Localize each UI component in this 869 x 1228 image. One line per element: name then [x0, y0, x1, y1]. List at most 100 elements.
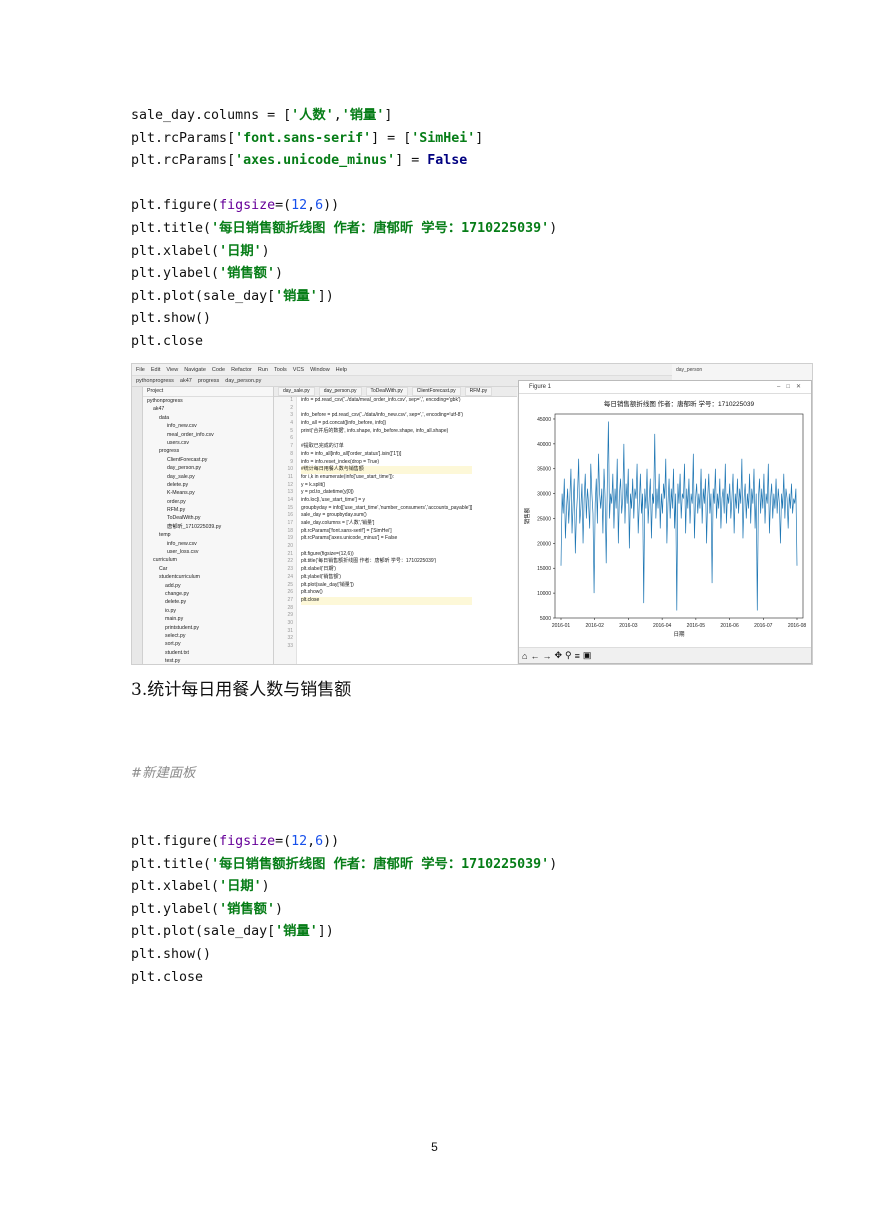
- menu-item[interactable]: VCS: [293, 367, 304, 373]
- menu-item[interactable]: Navigate: [184, 367, 206, 373]
- menu-item[interactable]: View: [166, 367, 178, 373]
- project-tree-item[interactable]: day_person.py: [143, 464, 273, 472]
- project-tree-item[interactable]: test.py: [143, 657, 273, 664]
- editor-line: plt.show(): [301, 589, 323, 596]
- code2-line: plt.ylabel('销售额'): [131, 899, 557, 922]
- breadcrumb-item[interactable]: day_person.py: [225, 378, 261, 384]
- zoom-icon[interactable]: ⚲: [565, 650, 572, 661]
- project-tree-item[interactable]: student.txt: [143, 649, 273, 657]
- code2-line: plt.close: [131, 967, 557, 990]
- project-tree-item[interactable]: io.py: [143, 607, 273, 615]
- back-icon[interactable]: ←: [530, 651, 539, 661]
- breadcrumb-item[interactable]: progress: [198, 378, 219, 384]
- project-tree-item[interactable]: sort.py: [143, 640, 273, 648]
- line-number: 30: [287, 619, 293, 626]
- project-tree-item[interactable]: info_new.csv: [143, 422, 273, 430]
- project-tree-item[interactable]: pythonprogress: [143, 397, 273, 405]
- line-number: 25: [287, 581, 293, 588]
- project-tree-item[interactable]: info_new.csv: [143, 540, 273, 548]
- project-tree-item[interactable]: ClientForecast.py: [143, 456, 273, 464]
- breadcrumb-item[interactable]: ak47: [180, 378, 192, 384]
- project-tree-item[interactable]: main.py: [143, 615, 273, 623]
- project-tree-item[interactable]: ToDealWith.py: [143, 514, 273, 522]
- project-tree-item[interactable]: 唐郁昕_1710225039.py: [143, 523, 273, 531]
- editor-tab[interactable]: RFM.py: [464, 387, 493, 396]
- line-number: 6: [290, 435, 293, 442]
- save-icon[interactable]: ▣: [583, 650, 592, 661]
- editor-tab[interactable]: day_sale.py: [278, 387, 315, 396]
- y-tick-label: 15000: [537, 566, 551, 572]
- code-token: plt.title(: [131, 220, 212, 236]
- x-tick-label: 2016-05: [687, 623, 706, 629]
- editor-line: print('合并后的数据', info.shape, info_before.…: [301, 427, 449, 434]
- project-tree-item[interactable]: progress: [143, 447, 273, 455]
- code-token: plt.plot(sale_day[: [131, 288, 276, 304]
- y-tick-label: 30000: [537, 492, 551, 498]
- editor-tab[interactable]: ClientForecast.py: [411, 387, 461, 396]
- project-tree-item[interactable]: ak47: [143, 405, 273, 413]
- configure-icon[interactable]: ≡: [575, 651, 580, 661]
- editor-code-lines: info = pd.read_csv('../data/meal_order_i…: [301, 397, 473, 605]
- project-tree-item[interactable]: add.py: [143, 582, 273, 590]
- code-token: '人数': [291, 108, 334, 123]
- project-tree-item[interactable]: select.py: [143, 632, 273, 640]
- project-tree-item[interactable]: change.py: [143, 590, 273, 598]
- figure-window: Figure 1 –□✕ 每日销售额折线图 作者：唐郁昕 学号：17102250…: [518, 380, 812, 664]
- editor-tab[interactable]: ToDealWith.py: [365, 387, 408, 396]
- editor-line: info_before = pd.read_csv('../data/info_…: [301, 412, 464, 419]
- pan-icon[interactable]: ✥: [554, 650, 562, 661]
- line-number: 18: [287, 527, 293, 534]
- project-tree-item[interactable]: studentcurriculum: [143, 573, 273, 581]
- code-token: '销量': [275, 288, 318, 304]
- project-tree-item[interactable]: data: [143, 414, 273, 422]
- project-tree-item[interactable]: RFM.py: [143, 506, 273, 514]
- project-tree-item[interactable]: K-Means.py: [143, 489, 273, 497]
- project-tree-item[interactable]: order.py: [143, 498, 273, 506]
- code-block-1: sale_day.columns = ['人数','销量'] plt.rcPara…: [131, 105, 557, 354]
- project-tree-item[interactable]: printstudent.py: [143, 624, 273, 632]
- line-number: 5: [290, 427, 293, 434]
- code-token: 6: [315, 833, 324, 849]
- line-number: 15: [287, 504, 293, 511]
- figure-window-title: Figure 1: [529, 384, 552, 390]
- menu-item[interactable]: Window: [310, 367, 330, 373]
- menu-item[interactable]: Edit: [151, 367, 160, 373]
- code-token: 'font.sans-serif': [235, 130, 372, 146]
- code-token: '日期': [219, 243, 262, 259]
- y-axis-label: 销售额: [523, 507, 531, 524]
- breadcrumb-item[interactable]: pythonprogress: [136, 378, 174, 384]
- project-tree-item[interactable]: meal_order_info.csv: [143, 431, 273, 439]
- code-token: ): [549, 220, 558, 236]
- menu-item[interactable]: Tools: [274, 367, 287, 373]
- code-token: ): [261, 879, 270, 895]
- menu-item[interactable]: Help: [336, 367, 347, 373]
- plot-frame: [554, 413, 804, 619]
- code-token: ] =: [395, 153, 428, 169]
- forward-icon[interactable]: →: [542, 651, 551, 661]
- editor-line: plt.rcParams['axes.unicode_minus'] = Fal…: [301, 535, 398, 542]
- line-number: 24: [287, 573, 293, 580]
- project-tree-item[interactable]: curriculum: [143, 556, 273, 564]
- menu-item[interactable]: Refactor: [231, 367, 252, 373]
- editor-line: #统计每日用餐人数与销售额: [301, 466, 473, 474]
- project-tree-item[interactable]: temp: [143, 531, 273, 539]
- code-token: ]: [475, 130, 484, 146]
- project-tree-item[interactable]: Car: [143, 565, 273, 573]
- y-tick-label: 45000: [537, 417, 551, 423]
- editor-tab[interactable]: day_person.py: [318, 387, 362, 396]
- menu-item[interactable]: Code: [212, 367, 225, 373]
- code2-line: plt.title('每日销售额折线图 作者：唐郁昕 学号：1710225039…: [131, 854, 557, 877]
- home-icon[interactable]: ⌂: [522, 651, 527, 661]
- project-tree-item[interactable]: users.csv: [143, 439, 273, 447]
- x-tick-label: 2016-04: [653, 623, 672, 629]
- menu-item[interactable]: Run: [258, 367, 268, 373]
- project-tree-item[interactable]: delete.py: [143, 598, 273, 606]
- menu-item[interactable]: File: [136, 367, 145, 373]
- page-number: 5: [431, 1140, 438, 1154]
- editor-line: info_all = pd.concat([info_before, info]…: [301, 420, 387, 427]
- project-tree-item[interactable]: user_loss.csv: [143, 548, 273, 556]
- project-tree-item[interactable]: day_sale.py: [143, 473, 273, 481]
- code-token: plt.xlabel(: [131, 243, 220, 259]
- project-tree-item[interactable]: delete.py: [143, 481, 273, 489]
- x-tick-label: 2016-03: [619, 623, 638, 629]
